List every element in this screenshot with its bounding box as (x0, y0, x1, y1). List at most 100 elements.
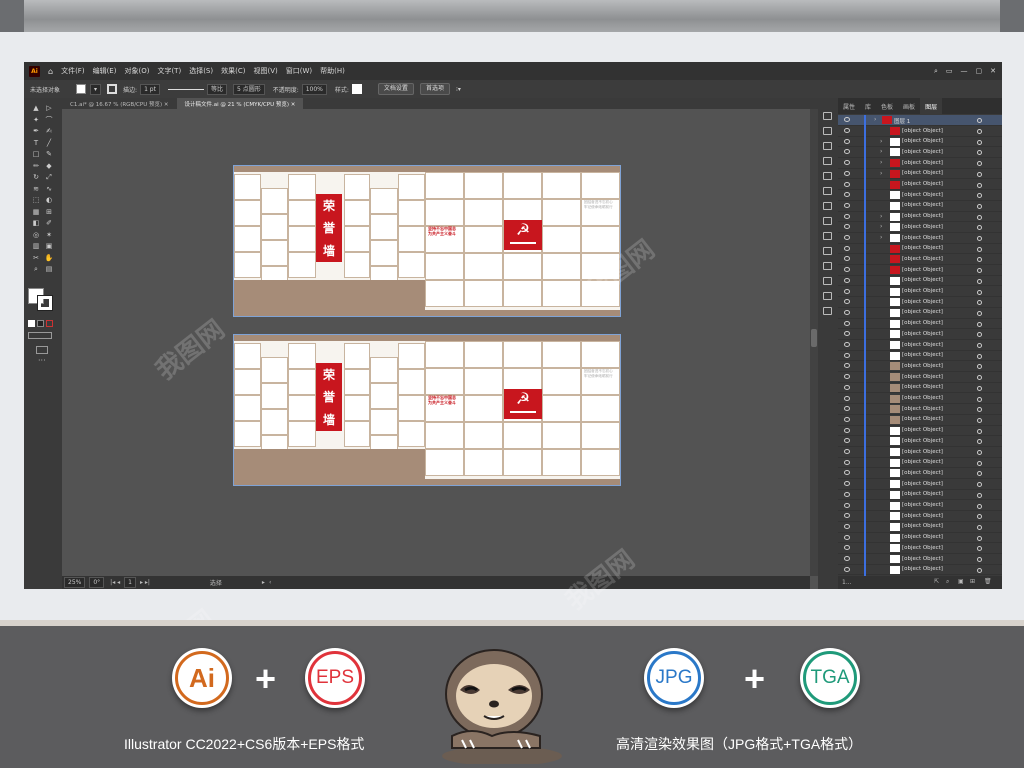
transparency-panel-icon[interactable] (823, 232, 832, 240)
visibility-eye-icon[interactable] (844, 352, 850, 358)
target-circle-icon[interactable] (977, 310, 982, 316)
menu-item[interactable]: 编辑(E) (93, 66, 117, 76)
target-circle-icon[interactable] (977, 171, 982, 177)
delete-layer-icon[interactable]: 🗑 (984, 578, 992, 585)
visibility-eye-icon[interactable] (844, 363, 850, 369)
target-circle-icon[interactable] (977, 514, 982, 520)
target-circle-icon[interactable] (977, 546, 982, 552)
visibility-eye-icon[interactable] (844, 267, 850, 273)
layer-row[interactable]: [object Object] (838, 564, 1002, 576)
layer-row[interactable]: [object Object] (838, 404, 1002, 416)
color-mode-icon[interactable] (28, 320, 35, 327)
visibility-eye-icon[interactable] (844, 331, 850, 337)
layer-row[interactable]: [object Object] (838, 307, 1002, 319)
layer-row[interactable]: [object Object] (838, 254, 1002, 266)
selection-tool-icon[interactable]: ▲ (31, 104, 41, 112)
stroke-profile-line[interactable] (167, 88, 204, 90)
new-sublayer-icon[interactable]: ▣ (958, 578, 964, 585)
visibility-eye-icon[interactable] (844, 406, 850, 412)
visibility-eye-icon[interactable] (844, 556, 850, 561)
target-circle-icon[interactable] (977, 471, 982, 477)
target-circle-icon[interactable] (977, 214, 982, 220)
visibility-eye-icon[interactable] (844, 181, 850, 187)
panel-tab[interactable]: 色板 (876, 98, 898, 114)
pathfinder-panel-icon[interactable] (823, 187, 832, 195)
target-circle-icon[interactable] (977, 375, 982, 381)
direct-selection-tool-icon[interactable]: ▷ (44, 104, 54, 112)
visibility-eye-icon[interactable] (844, 320, 850, 326)
target-circle-icon[interactable] (977, 332, 982, 338)
visibility-eye-icon[interactable] (844, 427, 850, 433)
tab-design-file[interactable]: 设计稿文件.ai @ 21 % (CMYK/CPU 预览) ✕ (176, 98, 304, 109)
expand-arrow-icon[interactable]: › (880, 170, 882, 177)
artboard-tool-icon[interactable]: ▣ (44, 242, 54, 250)
target-circle-icon[interactable] (977, 278, 982, 284)
eraser-tool-icon[interactable]: ◆ (44, 162, 54, 170)
target-circle-icon[interactable] (977, 353, 982, 359)
menu-item[interactable]: 帮助(H) (320, 66, 345, 76)
expand-arrow-icon[interactable]: › (880, 138, 882, 145)
perspective-tool-icon[interactable]: ▦ (31, 208, 41, 216)
target-circle-icon[interactable] (977, 161, 982, 167)
layer-row[interactable]: › [object Object] (838, 222, 1002, 234)
graphic-styles-panel-icon[interactable] (823, 262, 832, 270)
expand-arrow-icon[interactable]: › (880, 159, 882, 166)
target-circle-icon[interactable] (977, 567, 982, 573)
visibility-eye-icon[interactable] (844, 513, 850, 519)
layer-row[interactable]: [object Object] (838, 361, 1002, 373)
layer-row[interactable]: [object Object] (838, 126, 1002, 137)
visibility-eye-icon[interactable] (844, 438, 850, 444)
stroke-color-swatch[interactable] (37, 295, 53, 311)
layer-row[interactable]: [object Object] (838, 543, 1002, 555)
target-circle-icon[interactable] (977, 118, 982, 123)
target-circle-icon[interactable] (977, 492, 982, 498)
target-circle-icon[interactable] (977, 182, 982, 188)
target-circle-icon[interactable] (977, 203, 982, 209)
menu-item[interactable]: 效果(C) (221, 66, 245, 76)
visibility-eye-icon[interactable] (844, 481, 850, 487)
gradient-panel-icon[interactable] (823, 217, 832, 225)
visibility-eye-icon[interactable] (844, 245, 850, 251)
visibility-eye-icon[interactable] (844, 534, 850, 540)
expand-arrow-icon[interactable]: › (880, 148, 882, 155)
symbol-sprayer-tool-icon[interactable]: ✶ (44, 231, 54, 239)
target-circle-icon[interactable] (977, 557, 982, 562)
visibility-eye-icon[interactable] (844, 395, 850, 401)
maximize-icon[interactable]: ▢ (976, 67, 983, 75)
layer-row[interactable]: [object Object] (838, 532, 1002, 544)
paintbrush-tool-icon[interactable]: ✎ (44, 150, 54, 158)
layer-row[interactable]: › [object Object] (838, 147, 1002, 159)
next-artboard-icon[interactable]: ▸ ▸| (140, 579, 150, 586)
visibility-eye-icon[interactable] (844, 149, 850, 155)
visibility-eye-icon[interactable] (844, 160, 850, 166)
target-circle-icon[interactable] (977, 268, 982, 274)
layer-row[interactable]: › [object Object] (838, 168, 1002, 180)
target-circle-icon[interactable] (977, 300, 982, 306)
artboard[interactable]: 荣誉墙 坚持不忘中国总 为共产主义奋斗 ☭ 团结奋进不忘初心 牢记使命砥砺前行 (233, 334, 621, 486)
visibility-eye-icon[interactable] (844, 384, 850, 390)
visibility-eye-icon[interactable] (844, 502, 850, 508)
opacity-input[interactable]: 100% (301, 83, 327, 95)
target-circle-icon[interactable] (977, 289, 982, 295)
layer-row[interactable]: [object Object] (838, 511, 1002, 523)
visibility-eye-icon[interactable] (844, 470, 850, 476)
layer-row[interactable]: › [object Object] (838, 136, 1002, 148)
slice-tool-icon[interactable]: ✂ (31, 254, 41, 262)
panel-tab[interactable]: 属性 (838, 98, 860, 114)
pencil-tool-icon[interactable]: ✏ (31, 162, 41, 170)
menu-item[interactable]: 窗口(W) (286, 66, 312, 76)
layer-row[interactable]: [object Object] (838, 468, 1002, 480)
target-circle-icon[interactable] (977, 460, 982, 466)
target-circle-icon[interactable] (977, 364, 982, 370)
target-circle-icon[interactable] (977, 417, 982, 423)
layer-row[interactable]: [object Object] (838, 179, 1002, 191)
target-circle-icon[interactable] (977, 407, 982, 413)
panel-tab[interactable]: 库 (860, 98, 876, 114)
new-layer-icon[interactable]: ⊞ (970, 578, 975, 585)
stroke-panel-icon[interactable] (823, 202, 832, 210)
layer-row[interactable]: [object Object] (838, 479, 1002, 491)
gradient-tool-icon[interactable]: ◧ (31, 219, 41, 227)
visibility-eye-icon[interactable] (844, 459, 850, 465)
layer-row[interactable]: [object Object] (838, 554, 1002, 565)
locate-icon[interactable]: ⌕ (946, 578, 949, 586)
